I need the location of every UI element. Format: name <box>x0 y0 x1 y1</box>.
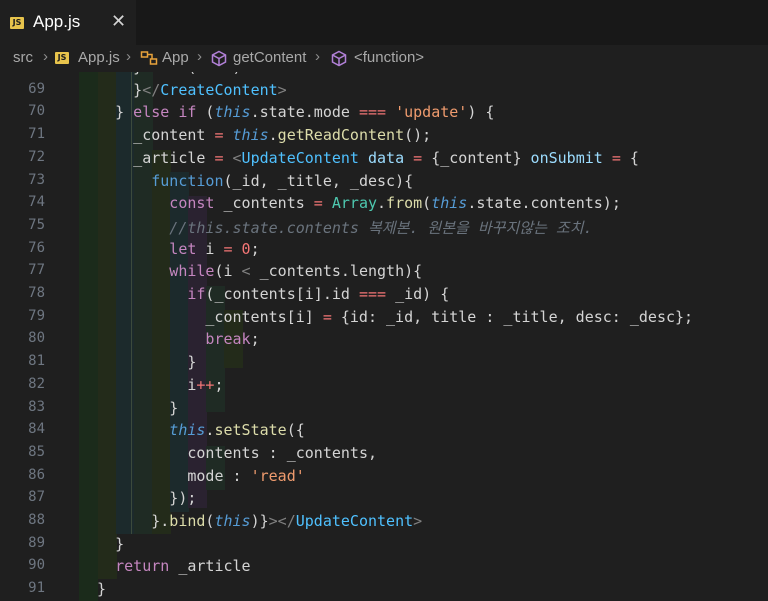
line-number: 81 <box>28 353 45 370</box>
code-line: function(_id, _title, _desc){ <box>151 171 414 190</box>
line-number: 82 <box>28 375 45 392</box>
code-line: i++; <box>187 375 224 394</box>
line-number: 75 <box>28 216 45 233</box>
code-line: if(_contents[i].id === _id) { <box>187 285 450 303</box>
breadcrumb-item-app[interactable]: App <box>162 49 189 66</box>
indent-guide <box>116 72 135 534</box>
line-number: 74 <box>28 194 45 211</box>
indent-guide <box>79 72 98 601</box>
code-line: while(i < _contents.length){ <box>169 262 423 281</box>
tab-app-js[interactable]: JS App.js ✕ <box>0 0 136 45</box>
method-cube-icon <box>211 50 227 67</box>
tab-label: App.js <box>33 12 81 31</box>
code-line: _article = <UpdateContent data = {_conte… <box>133 148 639 167</box>
line-number: 72 <box>28 148 45 165</box>
tab-bar: JS App.js ✕ <box>0 0 768 45</box>
method-cube-icon <box>331 50 347 67</box>
code-line: let i = 0; <box>169 239 260 258</box>
code-line: } <box>97 580 107 599</box>
code-line: } else if (this.state.mode === 'update')… <box>115 103 495 122</box>
line-number: 69 <box>28 80 45 97</box>
line-number: 83 <box>28 398 45 415</box>
line-number: 71 <box>28 126 45 143</box>
line-number: 78 <box>28 285 45 301</box>
js-file-icon: JS <box>10 17 24 29</box>
line-number: 68 <box>0 72 45 74</box>
js-file-icon: JS <box>55 52 69 64</box>
active-indent-guide <box>131 72 132 534</box>
code-line: //this.state.contents 복제본. 원본을 바꾸지않는 조치. <box>169 218 593 237</box>
code-line: }</CreateContent> <box>133 80 287 99</box>
code-line: mode : 'read' <box>187 466 305 485</box>
line-number: 86 <box>28 466 45 483</box>
line-number: 80 <box>28 330 45 347</box>
chevron-right-icon: › <box>126 48 131 65</box>
indent-guide <box>98 72 117 579</box>
line-number: 85 <box>28 443 45 460</box>
close-icon[interactable]: ✕ <box>111 11 126 32</box>
code-line: _content = this.getReadContent(); <box>133 126 432 145</box>
code-line: const _contents = Array.from(this.state.… <box>169 194 621 213</box>
indent-guide <box>152 150 171 534</box>
code-editor[interactable]: 68 }.bind(this) 69 }</CreateContent> 70 } els… <box>0 72 768 601</box>
breadcrumb: src › JS App.js › App › getContent › <fu… <box>0 45 768 72</box>
line-number: 79 <box>28 307 45 324</box>
line-number: 90 <box>28 557 45 574</box>
line-number: 91 <box>28 580 45 597</box>
code-line: } <box>187 353 197 372</box>
line-number: 73 <box>28 171 45 188</box>
code-line: } <box>115 534 125 553</box>
code-line: this.setState({ <box>169 421 305 440</box>
line-number: 76 <box>28 239 45 256</box>
code-line: _contents[i] = {id: _id, title : _title,… <box>205 307 694 326</box>
code-line: }); <box>169 489 197 508</box>
line-number: 84 <box>28 421 45 438</box>
chevron-right-icon: › <box>315 48 320 65</box>
code-line: contents : _contents, <box>187 443 378 462</box>
breadcrumb-item-getcontent[interactable]: getContent <box>233 49 306 66</box>
chevron-right-icon: › <box>197 48 202 65</box>
line-number: 88 <box>28 512 45 528</box>
chevron-right-icon: › <box>43 48 48 65</box>
line-number: 87 <box>28 489 45 506</box>
breadcrumb-item-src[interactable]: src <box>13 49 33 66</box>
line-number: 89 <box>28 534 45 551</box>
code-line: } <box>169 398 179 417</box>
code-line: }.bind(this)}></UpdateContent> <box>151 512 423 530</box>
line-number: 70 <box>28 103 45 120</box>
breadcrumb-item-function[interactable]: <function> <box>354 49 424 66</box>
class-icon <box>140 51 158 65</box>
code-line: }.bind(this) <box>133 72 241 76</box>
line-number: 77 <box>28 262 45 279</box>
code-line: return _article <box>115 557 251 576</box>
code-line: break; <box>205 330 260 349</box>
breadcrumb-item-app-js[interactable]: App.js <box>78 49 120 66</box>
